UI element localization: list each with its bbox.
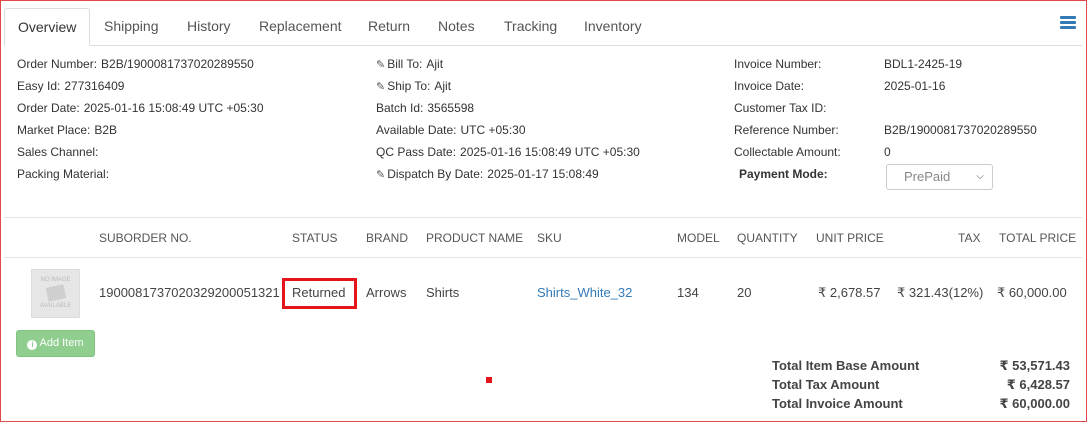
customer-tax-id-label: Customer Tax ID:	[734, 101, 827, 115]
order-number-label: Order Number:	[17, 57, 98, 71]
payment-mode-select[interactable]: PrePaid ⌵	[886, 164, 993, 190]
brand-value: Arrows	[366, 285, 407, 300]
market-place: B2B	[94, 123, 118, 137]
pencil-icon[interactable]: ✎	[376, 59, 385, 71]
ship-to-label: Ship To:	[387, 79, 431, 93]
tab-replacement[interactable]: Replacement	[259, 8, 342, 46]
header-quantity: QUANTITY	[737, 231, 798, 245]
tab-overview[interactable]: Overview	[4, 8, 90, 46]
tab-shipping[interactable]: Shipping	[104, 8, 159, 46]
tab-tracking[interactable]: Tracking	[504, 8, 557, 46]
header-product-name: PRODUCT NAME	[426, 231, 524, 245]
invoice-info: Invoice Number: BDL1-2425-19 Invoice Date…	[734, 53, 1074, 190]
product-image-placeholder: NO IMAGE AVAILABLE	[31, 269, 80, 318]
qc-pass-date-label: QC Pass Date:	[376, 145, 457, 159]
packing-material-label: Packing Material:	[17, 167, 110, 181]
total-base-value: ₹ 53,571.43	[999, 358, 1071, 373]
header-suborder: SUBORDER NO.	[99, 231, 192, 245]
pencil-icon[interactable]: ✎	[376, 169, 385, 181]
reference-number: B2B/1900081737020289550	[884, 123, 1037, 137]
order-date-label: Order Date:	[17, 101, 80, 115]
easy-id-label: Easy Id:	[17, 79, 61, 93]
header-divider	[4, 257, 1082, 258]
tab-notes[interactable]: Notes	[438, 8, 475, 46]
add-item-label: Add Item	[39, 337, 84, 349]
header-sku: SKU	[537, 231, 562, 245]
section-divider	[4, 217, 1082, 218]
unit-price-value: ₹ 2,678.57	[818, 285, 881, 300]
tab-return[interactable]: Return	[368, 8, 410, 46]
header-brand: BRAND	[366, 231, 409, 245]
total-tax-value: ₹ 6,428.57	[1006, 377, 1070, 392]
tab-bar: Overview Shipping History Replacement Re…	[4, 8, 1082, 46]
model-value: 134	[677, 285, 699, 300]
collectable-amount-label: Collectable Amount:	[734, 145, 841, 159]
order-info: Order Number: B2B/1900081737020289550 Eas…	[17, 53, 264, 185]
sku-link[interactable]: Shirts_White_32	[537, 285, 632, 300]
hamburger-menu-icon[interactable]	[1060, 16, 1076, 30]
header-tax: TAX	[958, 231, 981, 245]
ship-to: Ajit	[434, 79, 452, 93]
batch-id: 3565598	[427, 101, 475, 115]
status-value: Returned	[292, 285, 346, 300]
sales-channel-label: Sales Channel:	[17, 145, 99, 159]
invoice-date: 2025-01-16	[884, 79, 946, 93]
info-circle-icon: i	[27, 340, 38, 350]
total-tax-label: Total Tax Amount	[772, 377, 880, 392]
totals-values: ₹ 53,571.43 ₹ 6,428.57 ₹ 60,000.00	[1000, 356, 1071, 413]
total-invoice-value: ₹ 60,000.00	[999, 396, 1071, 411]
header-unit-price: UNIT PRICE	[816, 231, 884, 245]
no-image-text: NO IMAGE	[40, 277, 71, 283]
bill-to-label: Bill To:	[387, 57, 423, 71]
easy-id: 277316409	[64, 79, 125, 93]
header-total-price: TOTAL PRICE	[999, 231, 1077, 245]
qc-pass-date: 2025-01-16 15:08:49 UTC +05:30	[460, 145, 640, 159]
available-text: AVAILABLE	[39, 303, 72, 309]
quantity-value: 20	[737, 285, 752, 300]
header-status: STATUS	[292, 231, 338, 245]
market-place-label: Market Place:	[17, 123, 91, 137]
tax-value: ₹ 321.43(12%)	[897, 285, 984, 300]
order-date: 2025-01-16 15:08:49 UTC +05:30	[83, 101, 264, 115]
batch-id-label: Batch Id:	[376, 101, 424, 115]
available-date-label: Available Date:	[376, 123, 457, 137]
product-name-value: Shirts	[426, 285, 460, 300]
payment-mode-value: PrePaid	[904, 169, 951, 184]
red-marker	[486, 377, 492, 383]
reference-number-label: Reference Number:	[734, 123, 839, 137]
payment-mode-label: Payment Mode:	[739, 167, 828, 181]
invoice-date-label: Invoice Date:	[734, 79, 805, 93]
available-date: UTC +05:30	[460, 123, 526, 137]
pencil-icon[interactable]: ✎	[376, 81, 385, 93]
bill-to: Ajit	[426, 57, 444, 71]
chevron-down-icon: ⌵	[976, 171, 984, 182]
tab-inventory[interactable]: Inventory	[584, 8, 642, 46]
total-base-label: Total Item Base Amount	[772, 358, 920, 373]
collectable-amount: 0	[884, 145, 891, 159]
dispatch-by-date: 2025-01-17 15:08:49	[487, 167, 599, 181]
billing-info: ✎ Bill To: Ajit ✎ Ship To: Ajit Batch Id: 356…	[376, 53, 640, 185]
invoice-number: BDL1-2425-19	[884, 57, 963, 71]
total-price-value: ₹ 60,000.00	[997, 285, 1067, 300]
tab-history[interactable]: History	[187, 8, 231, 46]
image-icon	[45, 284, 66, 302]
invoice-number-label: Invoice Number:	[734, 57, 822, 71]
total-invoice-label: Total Invoice Amount	[772, 396, 903, 411]
suborder-number: 1900081737020329200051321	[99, 285, 280, 300]
totals-labels: Total Item Base Amount Total Tax Amount …	[772, 356, 919, 413]
header-model: MODEL	[677, 231, 720, 245]
dispatch-by-label: Dispatch By Date:	[387, 167, 484, 181]
order-number: B2B/1900081737020289550	[101, 57, 254, 71]
add-item-button[interactable]: i Add Item	[16, 330, 95, 357]
